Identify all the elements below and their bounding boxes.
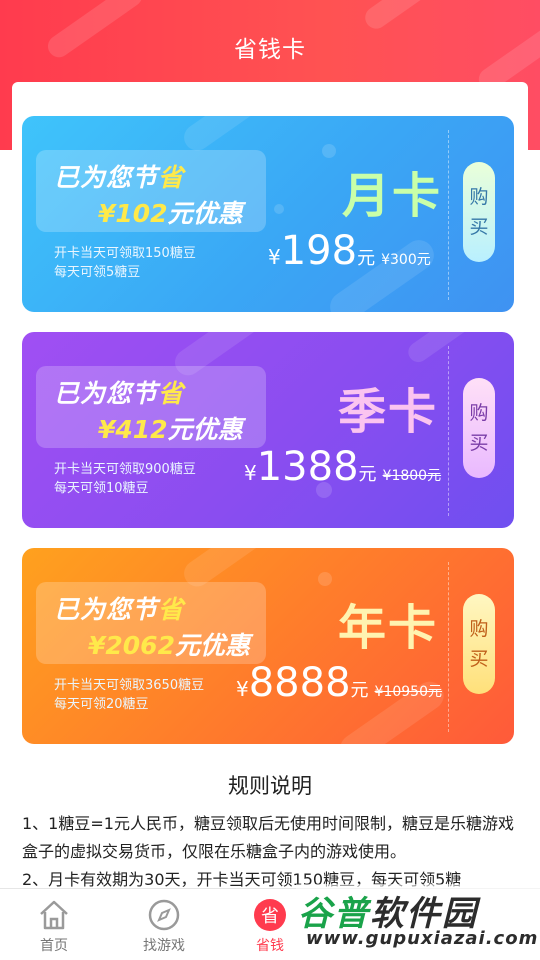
tab-save-money[interactable]: 省 省钱 — [250, 889, 290, 960]
card-divider — [448, 130, 449, 300]
page-title: 省钱卡 — [234, 37, 306, 63]
save-money-icon-glyph: 省 — [261, 906, 279, 927]
tab-find-games[interactable]: 找游戏 — [136, 889, 192, 960]
home-icon — [40, 900, 68, 930]
card-bonus-info: 开卡当天可领取900糖豆 — [54, 462, 196, 477]
card-price: ¥198元 ¥300元 — [268, 228, 431, 274]
card-name: 年卡 — [338, 600, 439, 656]
card-daily-info: 每天可领10糖豆 — [54, 481, 149, 496]
tab-label: 首页 — [40, 938, 68, 954]
card-price: ¥8888元 ¥10950元 — [236, 660, 442, 706]
card-divider — [448, 346, 449, 516]
tab-label: 找游戏 — [143, 938, 185, 954]
card-name: 季卡 — [338, 384, 439, 440]
savings-amount: ¥412元优惠 — [98, 415, 243, 444]
savings-headline: 已为您节省 — [54, 163, 185, 192]
savings-headline: 已为您节省 — [54, 595, 185, 624]
watermark: 谷普软件园 www.gupuxiazai.com — [296, 884, 540, 960]
tab-home[interactable]: 首页 — [30, 889, 78, 960]
yearly-card[interactable]: 已为您节省 ¥2062元优惠 开卡当天可领取3650糖豆 每天可领20糖豆 年卡… — [22, 548, 514, 744]
monthly-card[interactable]: 已为您节省 ¥102元优惠 开卡当天可领取150糖豆 每天可领5糖豆 月卡 ¥1… — [22, 116, 514, 312]
savings-headline: 已为您节省 — [54, 379, 185, 408]
card-decoration — [404, 332, 490, 367]
rules-text: 1、1糖豆=1元人民币，糖豆领取后无使用时间限制，糖豆是乐糖游戏盒子的虚拟交易货… — [22, 810, 520, 894]
compass-icon — [148, 899, 180, 931]
buy-button[interactable]: 购买 — [463, 162, 495, 262]
rule-item: 1、1糖豆=1元人民币，糖豆领取后无使用时间限制，糖豆是乐糖游戏盒子的虚拟交易货… — [22, 814, 514, 861]
card-bonus-info: 开卡当天可领取150糖豆 — [54, 246, 196, 261]
card-daily-info: 每天可领20糖豆 — [54, 697, 149, 712]
quarterly-card[interactable]: 已为您节省 ¥412元优惠 开卡当天可领取900糖豆 每天可领10糖豆 季卡 ¥… — [22, 332, 514, 528]
card-daily-info: 每天可领5糖豆 — [54, 265, 141, 280]
card-price: ¥1388元 ¥1800元 — [244, 444, 442, 490]
card-divider — [448, 562, 449, 732]
tab-label: 省钱 — [256, 938, 284, 954]
buy-button[interactable]: 购买 — [463, 594, 495, 694]
card-decoration — [318, 572, 332, 586]
savings-amount: ¥102元优惠 — [98, 199, 243, 228]
card-decoration — [322, 144, 336, 158]
card-name: 月卡 — [342, 168, 443, 224]
watermark-url: www.gupuxiazai.com — [306, 928, 539, 949]
savings-amount: ¥2062元优惠 — [88, 631, 250, 660]
buy-button[interactable]: 购买 — [463, 378, 495, 478]
rules-title: 规则说明 — [228, 774, 312, 798]
card-decoration — [274, 204, 284, 214]
header-decoration — [360, 0, 440, 33]
save-money-icon: 省 — [254, 899, 286, 931]
card-bonus-info: 开卡当天可领取3650糖豆 — [54, 678, 205, 693]
